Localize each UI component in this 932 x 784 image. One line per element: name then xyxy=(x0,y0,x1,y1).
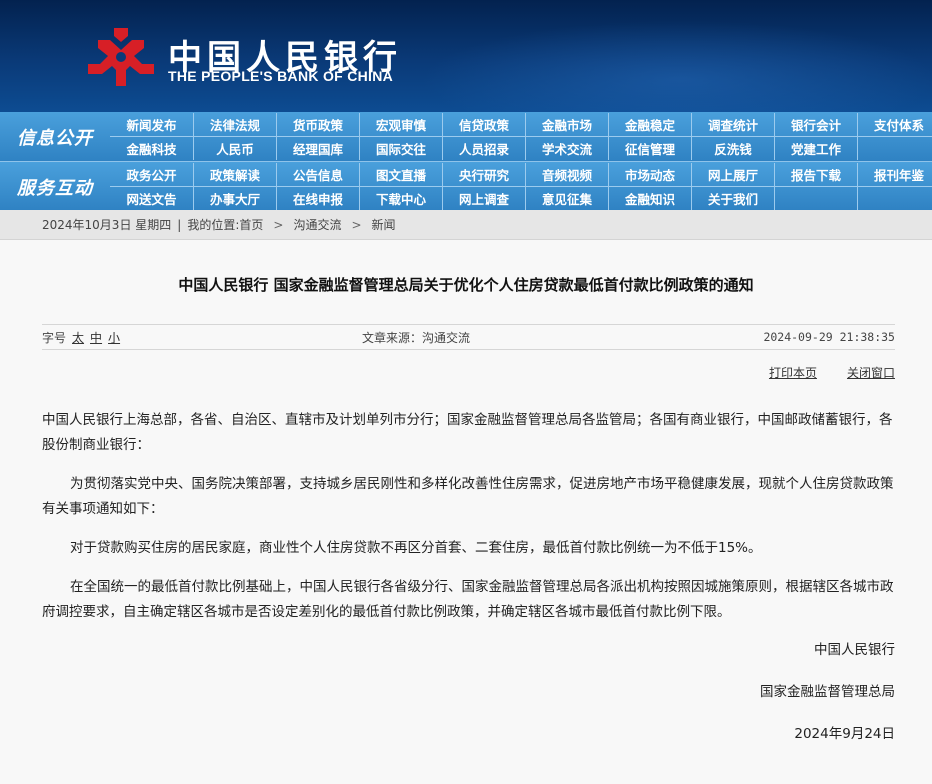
nav-link[interactable]: 调查统计 xyxy=(691,113,774,136)
font-size-label: 字号 xyxy=(42,330,67,345)
nav-link[interactable]: 金融稳定 xyxy=(608,113,691,136)
nav-link[interactable]: 网上调查 xyxy=(442,187,525,210)
article-paragraph: 为贯彻落实党中央、国务院决策部署，支持城乡居民刚性和多样化改善性住房需求，促进房… xyxy=(42,476,894,517)
nav-link[interactable]: 宏观审慎 xyxy=(359,113,442,136)
nav-group: 服务互动 政务公开 政策解读 公告信息 图文直播 央行研究 音频视频 市场动态 网上展厅 报告下载… xyxy=(0,161,932,210)
breadcrumb-communication[interactable]: 沟通交流 xyxy=(293,216,341,233)
nav-empty-cell xyxy=(857,187,932,210)
publish-time: 2024-09-29 21:38:35 xyxy=(763,330,895,344)
chevron-right-icon: > xyxy=(351,217,362,232)
pboc-emblem-icon xyxy=(88,28,154,86)
bank-name-en: THE PEOPLE'S BANK OF CHINA xyxy=(168,68,394,84)
nav-link[interactable]: 货币政策 xyxy=(276,113,359,136)
article-title: 中国人民银行 国家金融监督管理总局关于优化个人住房贷款最低首付款比例政策的通知 xyxy=(178,276,754,294)
site-header: 中国人民银行 THE PEOPLE'S BANK OF CHINA xyxy=(0,0,932,112)
nav-link[interactable]: 政务公开 xyxy=(110,163,193,186)
print-page-link[interactable]: 打印本页 xyxy=(769,364,817,381)
nav-link[interactable]: 法律法规 xyxy=(193,113,276,136)
signature-pboc: 中国人民银行 xyxy=(814,642,895,658)
nav-link[interactable]: 金融知识 xyxy=(608,187,691,210)
signature-nfra: 国家金融监督管理总局 xyxy=(760,684,895,700)
article-paragraph: 对于贷款购买住房的居民家庭，商业性个人住房贷款不再区分首套、二套住房，最低首付款… xyxy=(70,540,762,556)
nav-row: 政务公开 政策解读 公告信息 图文直播 央行研究 音频视频 市场动态 网上展厅 报告下载 报刊年鉴 xyxy=(110,163,932,187)
nav-link[interactable]: 支付体系 xyxy=(857,113,932,136)
nav-link[interactable]: 征信管理 xyxy=(608,137,691,160)
nav-link[interactable]: 公告信息 xyxy=(276,163,359,186)
nav-link[interactable]: 办事大厅 xyxy=(193,187,276,210)
signature-date: 2024年9月24日 xyxy=(794,726,895,742)
location-label: 我的位置: xyxy=(187,218,240,232)
breadcrumb-divider: | xyxy=(177,217,182,232)
article-paragraph: 在全国统一的最低首付款比例基础上，中国人民银行各省级分行、国家金融监督管理总局各… xyxy=(42,579,894,620)
article: 中国人民银行 国家金融监督管理总局关于优化个人住房贷款最低首付款比例政策的通知 … xyxy=(0,240,932,784)
nav-empty-cell xyxy=(774,187,857,210)
nav-link[interactable]: 经理国库 xyxy=(276,137,359,160)
nav-link[interactable]: 下载中心 xyxy=(359,187,442,210)
nav-empty-cell xyxy=(857,137,932,160)
font-size-medium[interactable]: 中 xyxy=(90,329,102,346)
nav-link[interactable]: 人民币 xyxy=(193,137,276,160)
article-meta: 字号 太 中 小 文章来源：沟通交流 2024-09-29 21:38:35 xyxy=(42,324,895,350)
nav-group-label: 服务互动 xyxy=(17,177,93,199)
header-glow xyxy=(420,20,932,112)
nav-link[interactable]: 新闻发布 xyxy=(110,113,193,136)
nav-link[interactable]: 央行研究 xyxy=(442,163,525,186)
nav-link[interactable]: 金融市场 xyxy=(525,113,608,136)
close-window-link[interactable]: 关闭窗口 xyxy=(847,364,895,381)
nav-link[interactable]: 信贷政策 xyxy=(442,113,525,136)
font-size-large[interactable]: 太 xyxy=(72,329,84,346)
nav-link[interactable]: 金融科技 xyxy=(110,137,193,160)
nav-link[interactable]: 反洗钱 xyxy=(691,137,774,160)
nav-row: 新闻发布 法律法规 货币政策 宏观审慎 信贷政策 金融市场 金融稳定 调查统计 银行会计 支付体系 xyxy=(110,113,932,137)
nav-group: 信息公开 新闻发布 法律法规 货币政策 宏观审慎 信贷政策 金融市场 金融稳定 调查统计 银行会计… xyxy=(0,112,932,161)
article-body: 中国人民银行上海总部，各省、自治区、直辖市及计划单列市分行；国家金融监督管理总局… xyxy=(42,408,896,639)
breadcrumb-home[interactable]: 首页 xyxy=(239,216,263,233)
nav-link[interactable]: 音频视频 xyxy=(525,163,608,186)
font-size-control: 字号 太 中 小 xyxy=(42,329,120,346)
nav-link[interactable]: 图文直播 xyxy=(359,163,442,186)
nav-link[interactable]: 人员招录 xyxy=(442,137,525,160)
nav-link[interactable]: 学术交流 xyxy=(525,137,608,160)
nav-link[interactable]: 报告下载 xyxy=(774,163,857,186)
nav-link[interactable]: 意见征集 xyxy=(525,187,608,210)
nav-group-label: 信息公开 xyxy=(17,127,93,149)
main-nav: 信息公开 新闻发布 法律法规 货币政策 宏观审慎 信贷政策 金融市场 金融稳定 调查统计 银行会计… xyxy=(0,112,932,210)
nav-link[interactable]: 市场动态 xyxy=(608,163,691,186)
nav-link[interactable]: 银行会计 xyxy=(774,113,857,136)
nav-row: 金融科技 人民币 经理国库 国际交往 人员招录 学术交流 征信管理 反洗钱 党建工作 xyxy=(110,137,932,161)
nav-link[interactable]: 政策解读 xyxy=(193,163,276,186)
breadcrumb: 2024年10月3日 星期四 | 我的位置: 首页 > 沟通交流 > 新闻 xyxy=(0,210,932,240)
nav-row: 网送文告 办事大厅 在线申报 下载中心 网上调查 意见征集 金融知识 关于我们 xyxy=(110,187,932,211)
current-date: 2024年10月3日 星期四 xyxy=(42,218,172,232)
article-actions: 打印本页 关闭窗口 xyxy=(769,364,895,381)
chevron-right-icon: > xyxy=(273,217,284,232)
nav-link[interactable]: 国际交往 xyxy=(359,137,442,160)
article-source: 文章来源：沟通交流 xyxy=(362,330,471,345)
nav-link[interactable]: 报刊年鉴 xyxy=(857,163,932,186)
article-paragraph-addressee: 中国人民银行上海总部，各省、自治区、直辖市及计划单列市分行；国家金融监督管理总局… xyxy=(42,412,893,453)
breadcrumb-news[interactable]: 新闻 xyxy=(372,216,396,233)
nav-link[interactable]: 网上展厅 xyxy=(691,163,774,186)
nav-link[interactable]: 党建工作 xyxy=(774,137,857,160)
nav-link[interactable]: 在线申报 xyxy=(276,187,359,210)
font-size-small[interactable]: 小 xyxy=(108,329,120,346)
nav-link[interactable]: 网送文告 xyxy=(110,187,193,210)
nav-link[interactable]: 关于我们 xyxy=(691,187,774,210)
